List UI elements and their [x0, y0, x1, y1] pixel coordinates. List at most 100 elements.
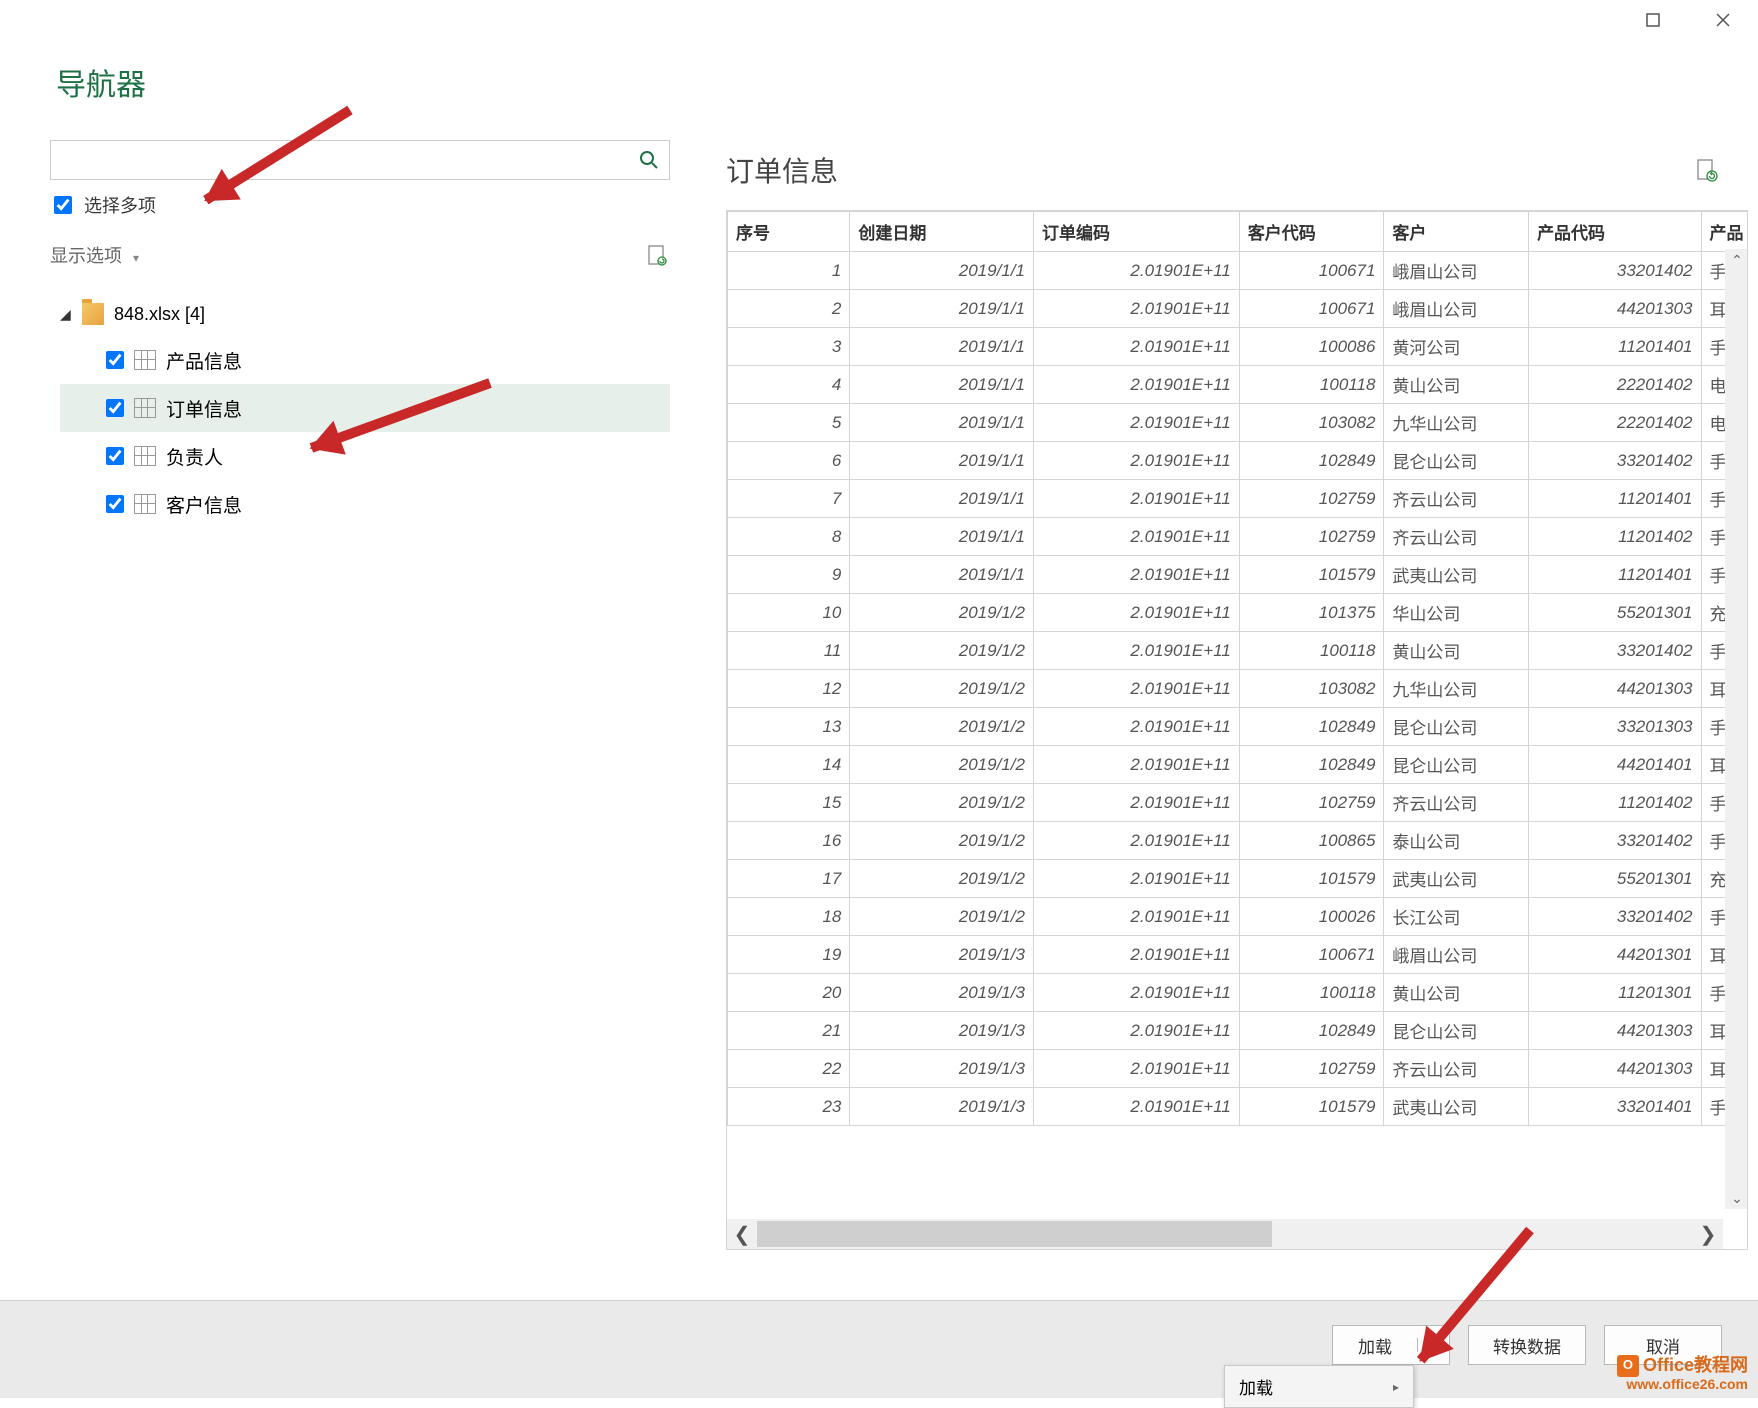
refresh-tree-icon[interactable]: [644, 242, 670, 268]
tree-item[interactable]: 客户信息: [60, 480, 670, 528]
column-header[interactable]: 产品代码: [1529, 212, 1701, 252]
table-cell: 2019/1/1: [850, 252, 1034, 290]
table-cell: 44201303: [1529, 1050, 1701, 1088]
table-cell: 15: [728, 784, 850, 822]
column-header[interactable]: 客户代码: [1239, 212, 1384, 252]
scroll-right-icon[interactable]: ❯: [1693, 1219, 1723, 1249]
vertical-scrollbar[interactable]: ⌃ ⌄: [1725, 249, 1748, 1209]
tree-item-checkbox[interactable]: [106, 447, 124, 465]
table-cell: 2.01901E+11: [1033, 480, 1239, 518]
table-cell: 102849: [1239, 746, 1384, 784]
table-cell: 2.01901E+11: [1033, 442, 1239, 480]
table-row[interactable]: 92019/1/12.01901E+11101579武夷山公司11201401手: [728, 556, 1749, 594]
table-row[interactable]: 82019/1/12.01901E+11102759齐云山公司11201402手: [728, 518, 1749, 556]
table-cell: 102759: [1239, 784, 1384, 822]
table-row[interactable]: 72019/1/12.01901E+11102759齐云山公司11201401手: [728, 480, 1749, 518]
table-cell: 长江公司: [1384, 898, 1529, 936]
column-header[interactable]: 产品: [1701, 212, 1748, 252]
table-row[interactable]: 212019/1/32.01901E+11102849昆仑山公司44201303…: [728, 1012, 1749, 1050]
table-cell: 2.01901E+11: [1033, 860, 1239, 898]
table-row[interactable]: 122019/1/22.01901E+11103082九华山公司44201303…: [728, 670, 1749, 708]
table-cell: 2019/1/2: [850, 708, 1034, 746]
search-input[interactable]: [51, 141, 629, 179]
menu-item-load[interactable]: 加载 ▸: [1225, 1366, 1413, 1407]
table-row[interactable]: 52019/1/12.01901E+11103082九华山公司22201402电: [728, 404, 1749, 442]
table-cell: 2.01901E+11: [1033, 1088, 1239, 1126]
table-row[interactable]: 152019/1/22.01901E+11102759齐云山公司11201402…: [728, 784, 1749, 822]
table-cell: 2: [728, 290, 850, 328]
table-row[interactable]: 32019/1/12.01901E+11100086黄河公司11201401手: [728, 328, 1749, 366]
transform-data-button[interactable]: 转换数据: [1468, 1325, 1586, 1365]
scroll-down-icon[interactable]: ⌄: [1725, 1187, 1748, 1209]
table-row[interactable]: 182019/1/22.01901E+11100026长江公司33201402手: [728, 898, 1749, 936]
tree-item[interactable]: 产品信息: [60, 336, 670, 384]
table-row[interactable]: 22019/1/12.01901E+11100671峨眉山公司44201303耳: [728, 290, 1749, 328]
tree-root[interactable]: ◢ 848.xlsx [4]: [60, 292, 670, 336]
table-row[interactable]: 62019/1/12.01901E+11102849昆仑山公司33201402手: [728, 442, 1749, 480]
table-cell: 2019/1/2: [850, 632, 1034, 670]
tree-item-checkbox[interactable]: [106, 399, 124, 417]
table-row[interactable]: 222019/1/32.01901E+11102759齐云山公司44201303…: [728, 1050, 1749, 1088]
table-cell: 2.01901E+11: [1033, 974, 1239, 1012]
table-cell: 20: [728, 974, 850, 1012]
tree-item[interactable]: 负责人: [60, 432, 670, 480]
table-cell: 2.01901E+11: [1033, 1012, 1239, 1050]
table-cell: 100671: [1239, 936, 1384, 974]
table-row[interactable]: 102019/1/22.01901E+11101375华山公司55201301充: [728, 594, 1749, 632]
table-cell: 2.01901E+11: [1033, 708, 1239, 746]
table-cell: 齐云山公司: [1384, 480, 1529, 518]
table-cell: 44201303: [1529, 290, 1701, 328]
table-row[interactable]: 192019/1/32.01901E+11100671峨眉山公司44201301…: [728, 936, 1749, 974]
column-header[interactable]: 订单编码: [1033, 212, 1239, 252]
tree-item-checkbox[interactable]: [106, 351, 124, 369]
table-cell: 33201303: [1529, 708, 1701, 746]
table-row[interactable]: 202019/1/32.01901E+11100118黄山公司11201301手: [728, 974, 1749, 1012]
maximize-button[interactable]: [1638, 5, 1668, 35]
chevron-down-icon: ▾: [133, 251, 139, 265]
table-cell: 2019/1/1: [850, 442, 1034, 480]
table-cell: 2.01901E+11: [1033, 936, 1239, 974]
tree-item-label: 产品信息: [166, 347, 242, 374]
collapse-icon[interactable]: ◢: [60, 306, 72, 323]
table-cell: 55201301: [1529, 594, 1701, 632]
table-cell: 2019/1/2: [850, 860, 1034, 898]
table-row[interactable]: 162019/1/22.01901E+11100865泰山公司33201402手: [728, 822, 1749, 860]
table-cell: 昆仑山公司: [1384, 442, 1529, 480]
table-row[interactable]: 112019/1/22.01901E+11100118黄山公司33201402手: [728, 632, 1749, 670]
table-cell: 2.01901E+11: [1033, 290, 1239, 328]
table-cell: 2.01901E+11: [1033, 1050, 1239, 1088]
table-row[interactable]: 232019/1/32.01901E+11101579武夷山公司33201401…: [728, 1088, 1749, 1126]
table-cell: 12: [728, 670, 850, 708]
search-icon[interactable]: [629, 141, 669, 179]
refresh-preview-icon[interactable]: [1694, 158, 1718, 182]
search-box[interactable]: [50, 140, 670, 180]
multi-select-input[interactable]: [54, 196, 72, 214]
table-icon: [134, 398, 156, 418]
table-cell: 2.01901E+11: [1033, 594, 1239, 632]
table-cell: 齐云山公司: [1384, 1050, 1529, 1088]
column-header[interactable]: 序号: [728, 212, 850, 252]
table-cell: 102759: [1239, 1050, 1384, 1088]
table-row[interactable]: 172019/1/22.01901E+11101579武夷山公司55201301…: [728, 860, 1749, 898]
table-icon: [134, 446, 156, 466]
table-cell: 102759: [1239, 480, 1384, 518]
table-cell: 100118: [1239, 366, 1384, 404]
table-cell: 100118: [1239, 974, 1384, 1012]
scroll-thumb[interactable]: [757, 1221, 1272, 1247]
display-options-dropdown[interactable]: 显示选项 ▾: [50, 242, 139, 268]
scroll-left-icon[interactable]: ❮: [727, 1219, 757, 1249]
multi-select-checkbox[interactable]: 选择多项: [50, 192, 670, 218]
table-row[interactable]: 132019/1/22.01901E+11102849昆仑山公司33201303…: [728, 708, 1749, 746]
close-button[interactable]: [1708, 5, 1738, 35]
transform-button-label: 转换数据: [1493, 1333, 1561, 1358]
horizontal-scrollbar[interactable]: ❮ ❯: [727, 1219, 1723, 1249]
table-row[interactable]: 42019/1/12.01901E+11100118黄山公司22201402电: [728, 366, 1749, 404]
table-cell: 33201401: [1529, 1088, 1701, 1126]
column-header[interactable]: 客户: [1384, 212, 1529, 252]
table-row[interactable]: 142019/1/22.01901E+11102849昆仑山公司44201401…: [728, 746, 1749, 784]
tree-item-checkbox[interactable]: [106, 495, 124, 513]
table-row[interactable]: 12019/1/12.01901E+11100671峨眉山公司33201402手: [728, 252, 1749, 290]
scroll-up-icon[interactable]: ⌃: [1725, 249, 1748, 271]
table-cell: 100671: [1239, 290, 1384, 328]
column-header[interactable]: 创建日期: [850, 212, 1034, 252]
